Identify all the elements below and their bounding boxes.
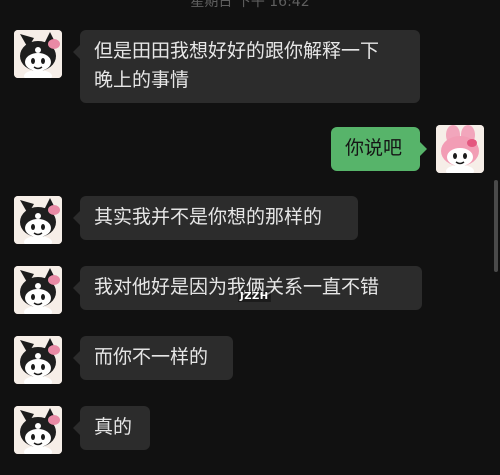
message-bubble-incoming[interactable]: 我对他好是因为我俩关系一直不错 <box>73 266 422 310</box>
message-bubble-incoming[interactable]: 但是田田我想好好的跟你解释一下 晚上的事情 <box>73 30 420 103</box>
message-text: 你说吧 <box>345 137 403 159</box>
kuromi-avatar-icon <box>14 406 62 454</box>
contact-avatar[interactable] <box>14 406 62 454</box>
my-avatar[interactable] <box>436 125 484 173</box>
scrollbar[interactable] <box>494 180 498 272</box>
message-text: 但是田田我想好好的跟你解释一下 <box>94 40 380 62</box>
message-bubble-incoming[interactable]: 而你不一样的 <box>73 336 233 380</box>
watermark: JZZH <box>238 291 271 302</box>
contact-avatar[interactable] <box>14 30 62 78</box>
message-text: 其实我并不是你想的那样的 <box>94 206 323 228</box>
kuromi-avatar-icon <box>14 266 62 314</box>
kuromi-avatar-icon <box>14 30 62 78</box>
message-bubble-incoming[interactable]: 其实我并不是你想的那样的 <box>73 196 358 240</box>
kuromi-avatar-icon <box>14 336 62 384</box>
message-bubble-outgoing[interactable]: 你说吧 <box>331 127 427 171</box>
my-melody-avatar-icon <box>436 125 484 173</box>
contact-avatar[interactable] <box>14 266 62 314</box>
message-text: 真的 <box>94 416 133 438</box>
message-timestamp: 星期日 下午 16:42 <box>190 0 310 10</box>
message-text: 我对他好是因为我俩关系一直不错 <box>94 276 380 298</box>
message-bubble-incoming[interactable]: 真的 <box>73 406 150 450</box>
chat-window: 星期日 下午 16:42 但是田田我想好好的跟你解释一下 晚上的事情 你说吧 其… <box>0 0 500 475</box>
message-text: 晚上的事情 <box>94 69 190 91</box>
contact-avatar[interactable] <box>14 336 62 384</box>
contact-avatar[interactable] <box>14 196 62 244</box>
message-text: 而你不一样的 <box>94 346 209 368</box>
kuromi-avatar-icon <box>14 196 62 244</box>
